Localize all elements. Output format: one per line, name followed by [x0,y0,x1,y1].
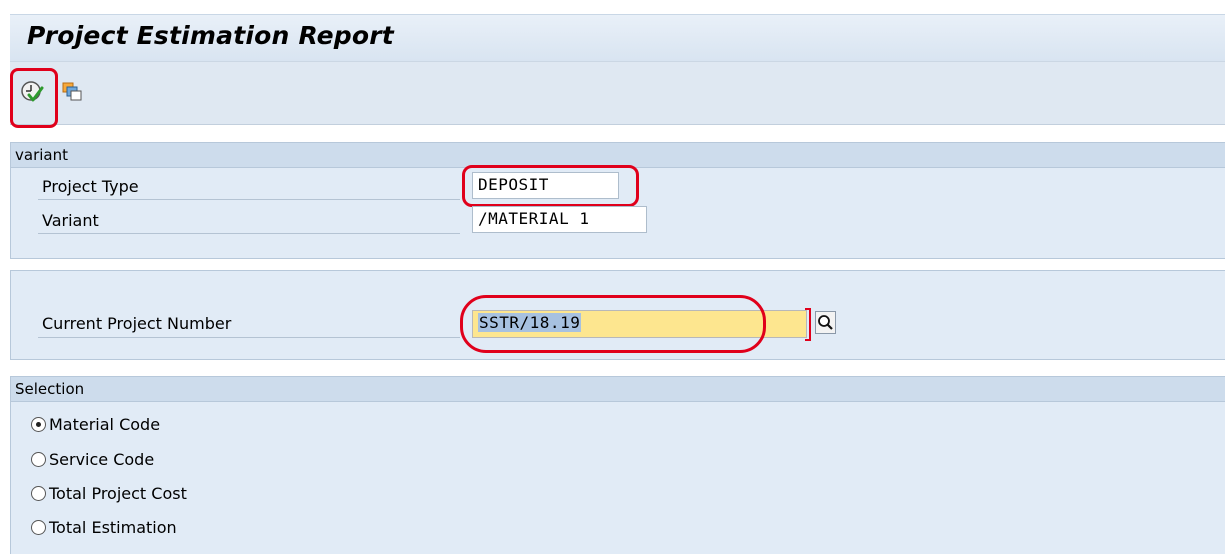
radio-label: Total Estimation [49,517,177,537]
current-project-value: SSTR/18.19 [478,313,582,332]
variant-panel: variant [10,142,1225,259]
radio-button-selected[interactable] [31,416,46,432]
radio-label: Material Code [49,414,161,434]
execute-button[interactable] [20,80,44,104]
radio-button[interactable] [31,451,46,467]
project-type-field[interactable]: DEPOSIT [472,172,619,199]
radio-button[interactable] [31,519,46,535]
page-title: Project Estimation Report [27,21,394,50]
project-type-label: Project Type [42,177,139,196]
current-project-label-underline [38,337,460,338]
variant-field[interactable]: /MATERIAL 1 [472,206,647,233]
execute-clock-check-icon [21,81,44,102]
search-help-icon [818,315,833,330]
variant-label-underline [38,233,460,234]
radio-material-code[interactable]: Material Code [31,412,160,436]
radio-service-code[interactable]: Service Code [31,447,154,471]
radio-button[interactable] [31,485,46,501]
variant-label: Variant [42,211,99,230]
current-project-label: Current Project Number [42,314,232,333]
selection-panel: Selection [10,376,1225,554]
multiple-selection-icon [62,82,82,101]
radio-label: Service Code [49,449,155,469]
current-project-field[interactable]: SSTR/18.19 [472,310,807,338]
radio-label: Total Project Cost [49,483,187,503]
project-type-value: DEPOSIT [478,175,549,194]
radio-total-project-cost[interactable]: Total Project Cost [31,481,187,505]
variant-value: /MATERIAL 1 [478,209,590,228]
variant-panel-header: variant [11,143,1225,168]
application-toolbar [10,61,1225,125]
required-field-marker [805,308,811,341]
project-type-label-underline [38,199,460,200]
selection-panel-header: Selection [11,377,1225,402]
search-help-button[interactable] [815,311,836,334]
multiple-selection-button[interactable] [62,82,84,104]
radio-total-estimation[interactable]: Total Estimation [31,515,177,539]
title-bar: Project Estimation Report [10,14,1225,62]
